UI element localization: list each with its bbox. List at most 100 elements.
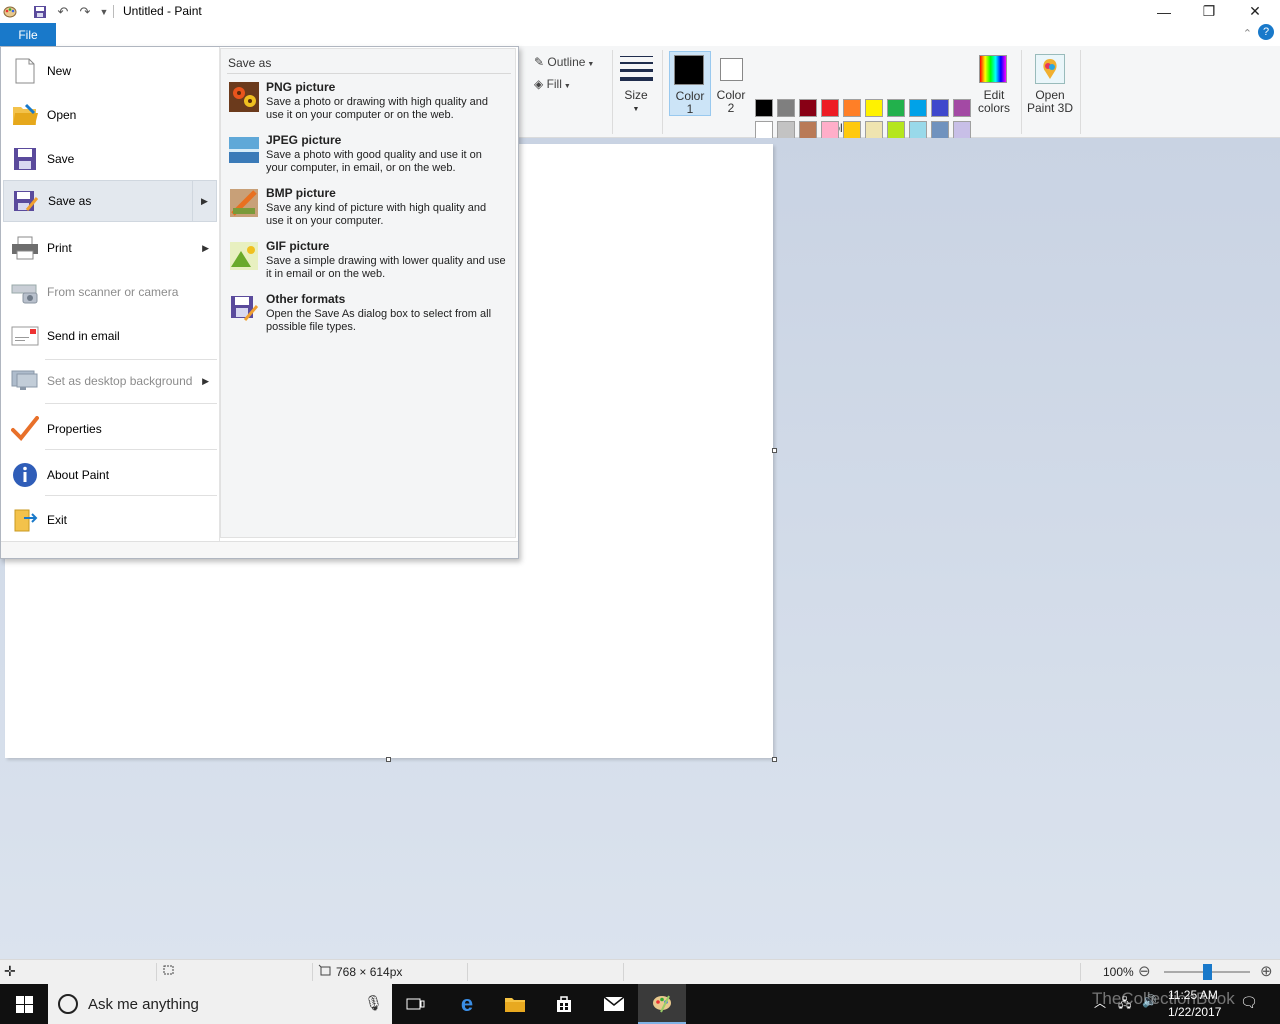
network-icon[interactable]: 🖧 — [1118, 994, 1131, 1015]
collapse-ribbon-icon[interactable]: ⌃ — [1243, 27, 1252, 40]
color2-button[interactable]: Color 2 — [713, 51, 749, 116]
palette-swatch[interactable] — [865, 99, 883, 117]
edit-colors-icon — [979, 55, 1007, 83]
palette-swatch[interactable] — [755, 99, 773, 117]
palette-swatch[interactable] — [777, 121, 795, 139]
outline-dropdown[interactable]: ✎ Outline ▼ — [534, 55, 594, 69]
save-as-heading-rule — [227, 73, 511, 74]
palette-swatch[interactable] — [931, 121, 949, 139]
canvas-size-text: 768 × 614px — [336, 965, 403, 979]
properties-command[interactable]: Properties — [3, 406, 217, 452]
palette-swatch[interactable] — [953, 121, 971, 139]
cortana-search-box[interactable]: Ask me anything 🎙 — [48, 984, 392, 1024]
size-button[interactable]: Size ▼ — [617, 51, 655, 117]
about-paint-command[interactable]: About Paint — [3, 452, 217, 498]
save-icon[interactable] — [32, 4, 48, 20]
help-icon[interactable]: ? — [1258, 24, 1274, 40]
customize-qat-icon[interactable]: ▼ — [96, 4, 112, 20]
file-menu-footer — [1, 541, 518, 558]
scanner-command[interactable]: From scanner or camera — [3, 270, 217, 314]
minimize-button[interactable]: — — [1141, 0, 1187, 23]
paint-taskbar-icon[interactable] — [638, 984, 686, 1024]
action-center-icon[interactable]: 🗨 — [1240, 994, 1258, 1011]
redo-icon[interactable]: ↷ — [77, 4, 93, 20]
menu-item-label: Set as desktop background — [47, 374, 193, 388]
status-divider — [467, 963, 468, 981]
save-gif-option[interactable]: GIF picture Save a simple drawing with lo… — [227, 239, 511, 289]
print-command[interactable]: Print ▶ — [3, 226, 217, 270]
undo-icon[interactable]: ↶ — [55, 4, 71, 20]
group-divider — [1021, 50, 1022, 134]
task-view-button[interactable] — [392, 984, 440, 1024]
palette-swatch[interactable] — [777, 99, 795, 117]
palette-swatch[interactable] — [843, 121, 861, 139]
send-email-command[interactable]: Send in email — [3, 314, 217, 358]
microphone-icon[interactable]: 🎙 — [364, 994, 383, 1012]
exit-icon — [11, 506, 39, 534]
palette-swatch[interactable] — [799, 121, 817, 139]
fill-dropdown[interactable]: ◈ Fill ▼ — [534, 77, 571, 91]
save-png-option[interactable]: PNG picture Save a photo or drawing with … — [227, 80, 511, 130]
zoom-out-button[interactable]: ⊖ — [1138, 962, 1151, 980]
status-bar: ✛ 768 × 614px 100% ⊖ ⊕ — [0, 959, 1280, 984]
palette-swatch[interactable] — [887, 99, 905, 117]
open-command[interactable]: Open — [3, 93, 217, 137]
save-command[interactable]: Save — [3, 137, 217, 180]
palette-swatch[interactable] — [887, 121, 905, 139]
clock-time[interactable]: 11:25 AM — [1168, 988, 1218, 1002]
file-menu-commands: New Open Save Save as ▶ Print ▶ From scanner or… — [1, 47, 219, 541]
save-as-option-title: Other formats — [266, 292, 346, 306]
save-jpeg-option[interactable]: JPEG picture Save a photo with good quali… — [227, 133, 511, 183]
edit-colors-button[interactable]: Edit colors — [975, 51, 1013, 117]
new-command[interactable]: New — [3, 49, 217, 93]
line-size-icon — [620, 56, 653, 81]
open-paint3d-button[interactable]: Open Paint 3D — [1025, 51, 1075, 117]
palette-swatch[interactable] — [953, 99, 971, 117]
store-icon[interactable] — [540, 984, 588, 1024]
paint3d-icon — [1035, 54, 1065, 84]
palette-swatch[interactable] — [909, 99, 927, 117]
png-picture-icon — [229, 82, 259, 112]
file-tab[interactable]: File — [0, 23, 56, 46]
palette-swatch[interactable] — [909, 121, 927, 139]
resize-handle-corner[interactable] — [772, 757, 777, 762]
fill-icon: ◈ — [534, 77, 547, 91]
palette-swatch[interactable] — [821, 121, 839, 139]
menu-item-label: Properties — [47, 422, 102, 436]
color1-button[interactable]: Color 1 — [669, 51, 711, 116]
zoom-slider-thumb[interactable] — [1203, 964, 1212, 980]
save-other-formats-option[interactable]: Other formats Open the Save As dialog box… — [227, 292, 511, 342]
desktop-background-command[interactable]: Set as desktop background ▶ — [3, 358, 217, 404]
save-as-option-title: JPEG picture — [266, 133, 342, 147]
color1-swatch — [674, 55, 704, 85]
zoom-in-button[interactable]: ⊕ — [1260, 962, 1273, 980]
status-divider — [156, 963, 157, 981]
file-explorer-icon[interactable] — [491, 984, 539, 1024]
size-label: Size — [624, 88, 648, 102]
paint-app-icon[interactable] — [2, 4, 18, 20]
exit-command[interactable]: Exit — [3, 498, 217, 542]
save-as-command[interactable]: Save as ▶ — [3, 180, 217, 222]
edge-browser-icon[interactable]: e — [443, 984, 491, 1024]
file-menu: New Open Save Save as ▶ Print ▶ From scanner or… — [0, 46, 519, 559]
menu-item-label: Exit — [47, 513, 68, 527]
resize-handle-bottom[interactable] — [386, 757, 391, 762]
start-button[interactable] — [0, 984, 48, 1024]
clock-date[interactable]: 1/22/2017 — [1168, 1005, 1221, 1019]
save-as-option-description: Save a photo or drawing with high qualit… — [266, 96, 488, 121]
palette-swatch[interactable] — [821, 99, 839, 117]
palette-swatch[interactable] — [865, 121, 883, 139]
mail-icon[interactable] — [590, 984, 638, 1024]
volume-icon[interactable]: 🔊 — [1142, 994, 1157, 1008]
email-icon — [11, 322, 39, 350]
close-button[interactable]: ✕ — [1232, 0, 1278, 23]
resize-handle-right[interactable] — [772, 448, 777, 453]
palette-swatch[interactable] — [755, 121, 773, 139]
palette-swatch[interactable] — [799, 99, 817, 117]
palette-swatch[interactable] — [931, 99, 949, 117]
palette-swatch[interactable] — [843, 99, 861, 117]
show-hidden-icons-icon[interactable]: ︿ — [1094, 994, 1106, 1011]
save-bmp-option[interactable]: BMP picture Save any kind of picture with… — [227, 186, 511, 236]
restore-button[interactable]: ❐ — [1186, 0, 1232, 23]
open-folder-icon — [11, 101, 39, 129]
